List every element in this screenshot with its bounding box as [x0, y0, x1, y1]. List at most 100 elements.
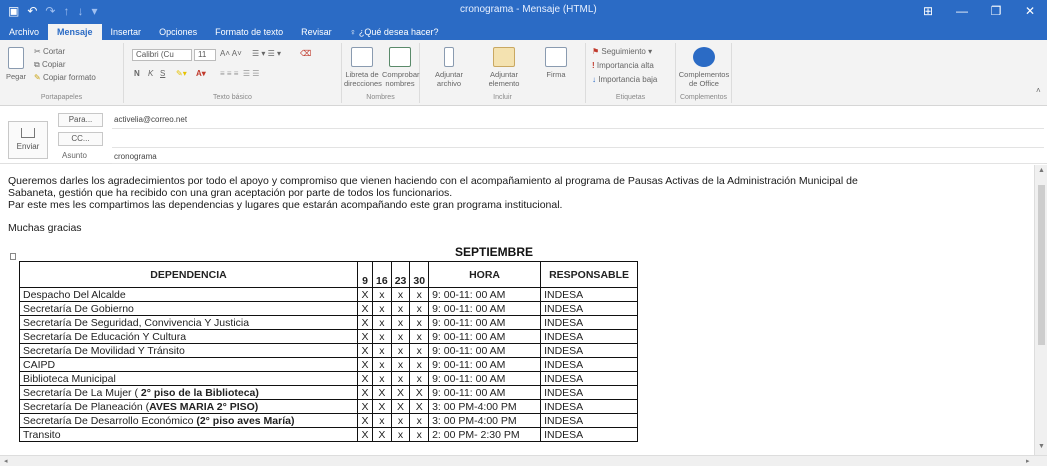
scroll-down-icon[interactable]: ▼: [1038, 443, 1045, 450]
dependencia-location: (2° piso aves María): [196, 414, 295, 427]
follow-up-button[interactable]: ⚑ Seguimiento ▾: [592, 47, 652, 56]
font-grow-icon[interactable]: A˄ A˅: [220, 49, 242, 58]
cell-mark: X: [357, 385, 373, 400]
table-row: Secretaría De Desarrollo Económico (2° p…: [19, 413, 639, 428]
vertical-scrollbar[interactable]: ▲ ▼: [1034, 165, 1047, 455]
bullets-icon[interactable]: ☰ ▾ ☰ ▾: [252, 49, 281, 58]
header-day-30: 30: [409, 261, 430, 288]
undo-icon[interactable]: ↶: [27, 4, 37, 18]
cell-hora: 9: 00-11: 00 AM: [428, 315, 542, 330]
office-addins-label: Complementos de Office: [678, 70, 730, 88]
align-icons[interactable]: ≡ ≡ ≡ ☰ ☰: [220, 69, 259, 78]
format-painter-button[interactable]: ✎ Copiar formato: [34, 73, 96, 82]
paste-button[interactable]: Pegar: [4, 47, 28, 81]
tab-revisar[interactable]: Revisar: [292, 24, 341, 40]
lightbulb-icon: ♀: [349, 27, 359, 37]
maximize-icon[interactable]: ❐: [979, 0, 1013, 22]
low-importance-button[interactable]: ↓ Importancia baja: [592, 75, 657, 84]
subject-field[interactable]: cronograma: [114, 152, 157, 161]
high-importance-button[interactable]: ! Importancia alta: [592, 61, 654, 70]
to-button[interactable]: Para...: [58, 113, 103, 127]
underline-icon[interactable]: S: [160, 69, 165, 78]
italic-icon[interactable]: K: [148, 69, 153, 78]
cell-mark: X: [357, 413, 373, 428]
tell-me-box[interactable]: ♀ ¿Qué desea hacer?: [341, 24, 448, 40]
message-header: Enviar Para... activelia@correo.net CC..…: [0, 106, 1047, 164]
vertical-scroll-thumb[interactable]: [1038, 185, 1045, 345]
scroll-up-icon[interactable]: ▲: [1038, 167, 1045, 174]
group-label-nombres: Nombres: [366, 94, 395, 101]
customize-toolbar-icon[interactable]: ▾: [91, 4, 97, 18]
to-field-line: [112, 128, 1044, 129]
minimize-icon[interactable]: —: [945, 0, 979, 22]
close-icon[interactable]: ✕: [1013, 0, 1047, 22]
cell-hora: 9: 00-11: 00 AM: [428, 357, 542, 372]
check-names-button[interactable]: Comprobar nombres: [382, 47, 420, 88]
font-size-select[interactable]: 11: [194, 49, 216, 61]
cell-dependencia: Secretaría De Movilidad Y Tránsito: [19, 343, 358, 358]
cell-hora: 2: 00 PM- 2:30 PM: [428, 427, 542, 442]
redo-icon[interactable]: ↷: [45, 4, 55, 18]
office-addins-button[interactable]: Complementos de Office: [678, 47, 730, 88]
tab-archivo[interactable]: Archivo: [0, 24, 48, 40]
cell-dependencia: Secretaría De Desarrollo Económico (2° p…: [19, 413, 358, 428]
window-controls: ⊞ — ❐ ✕: [911, 0, 1047, 22]
group-incluir: Adjuntar archivo Adjuntar elemento Firma…: [420, 43, 586, 103]
scroll-right-icon[interactable]: ▸: [1026, 457, 1030, 465]
cell-mark: X: [357, 399, 373, 414]
cell-mark: x: [409, 301, 430, 316]
font-select[interactable]: Calibri (Cu: [132, 49, 192, 61]
tab-insertar[interactable]: Insertar: [102, 24, 151, 40]
cc-button[interactable]: CC...: [58, 132, 103, 146]
cell-mark: x: [372, 357, 392, 372]
body-paragraph-1-line-1: Queremos darles los agradecimientos por …: [8, 175, 858, 187]
clipboard-icon: [8, 47, 24, 69]
horizontal-scrollbar[interactable]: ◂ ▸: [0, 455, 1047, 466]
copy-button[interactable]: ⧉ Copiar: [34, 60, 66, 70]
ribbon-display-icon[interactable]: ⊞: [911, 0, 945, 22]
scroll-left-icon[interactable]: ◂: [4, 457, 8, 465]
table-row: Secretaría De Seguridad, Convivencia Y J…: [19, 315, 639, 330]
attach-file-button[interactable]: Adjuntar archivo: [424, 47, 474, 88]
ribbon-tabs: Archivo Mensaje Insertar Opciones Format…: [0, 22, 1047, 40]
header-day-16: 16: [372, 261, 392, 288]
up-arrow-icon[interactable]: ↑: [63, 4, 69, 18]
table-move-handle-icon[interactable]: [10, 253, 16, 260]
table-row: Secretaría De Gobierno Xx x x 9: 00-11: 00 A…: [19, 301, 639, 316]
copy-icon: ⧉: [34, 60, 42, 69]
tab-formato-texto[interactable]: Formato de texto: [206, 24, 292, 40]
message-body[interactable]: Queremos darles los agradecimientos por …: [0, 165, 1034, 455]
cell-mark: X: [390, 399, 411, 414]
subject-label: Asunto: [62, 151, 87, 160]
tab-mensaje[interactable]: Mensaje: [48, 24, 102, 40]
to-field[interactable]: activelia@correo.net: [114, 115, 187, 124]
send-icon: [21, 128, 35, 138]
cell-mark: x: [390, 343, 411, 358]
attach-item-button[interactable]: Adjuntar elemento: [476, 47, 532, 88]
font-color-icon[interactable]: A▾: [196, 69, 206, 78]
header-dependencia: DEPENDENCIA: [19, 261, 358, 288]
cell-mark: X: [372, 385, 392, 400]
send-button[interactable]: Enviar: [8, 121, 48, 159]
save-icon[interactable]: ▣: [8, 4, 19, 18]
bold-icon[interactable]: N: [134, 69, 140, 78]
highlight-icon[interactable]: ✎▾: [176, 69, 187, 78]
signature-button[interactable]: Firma: [536, 47, 576, 79]
cell-dependencia: Secretaría De Educación Y Cultura: [19, 329, 358, 344]
address-book-button[interactable]: Libreta de direcciones: [344, 47, 382, 88]
group-label-etiquetas: Etiquetas: [615, 94, 646, 101]
cell-responsable: INDESA: [540, 427, 639, 442]
address-book-label: Libreta de direcciones: [344, 70, 382, 88]
clear-format-icon[interactable]: ⌫: [300, 49, 311, 58]
cut-button[interactable]: ✂ Cortar: [34, 47, 65, 56]
cell-responsable: INDESA: [540, 343, 639, 358]
cell-mark: x: [390, 287, 411, 302]
down-arrow-icon[interactable]: ↓: [77, 4, 83, 18]
tab-opciones[interactable]: Opciones: [150, 24, 206, 40]
dependencia-text: Secretaría De Educación Y Cultura: [23, 330, 187, 343]
table-row: Transito X Xx x 2: 00 PM- 2:30 PM INDESA: [19, 427, 639, 442]
cell-mark: x: [372, 287, 392, 302]
group-portapapeles: Pegar ✂ Cortar ⧉ Copiar ✎ Copiar formato…: [0, 43, 124, 103]
collapse-ribbon-icon[interactable]: ˄: [1036, 86, 1041, 95]
cell-hora: 9: 00-11: 00 AM: [428, 385, 542, 400]
